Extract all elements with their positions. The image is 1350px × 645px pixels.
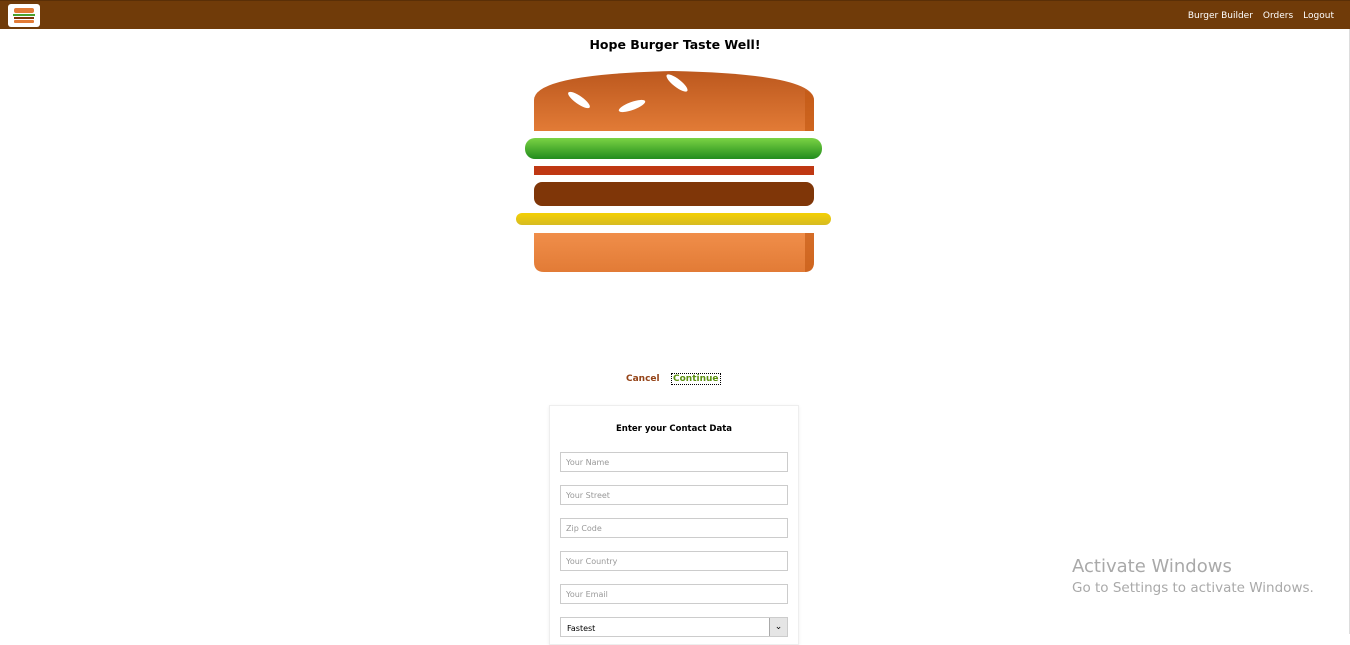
main-nav: Burger Builder Orders Logout xyxy=(1188,1,1334,30)
continue-button[interactable]: Continue xyxy=(671,373,721,385)
bacon-layer xyxy=(534,166,814,175)
email-input[interactable] xyxy=(560,584,788,604)
cancel-button[interactable]: Cancel xyxy=(626,374,660,384)
meat-layer xyxy=(534,182,814,206)
watermark-title: Activate Windows xyxy=(1072,556,1232,577)
toolbar: Burger Builder Orders Logout xyxy=(0,0,1350,29)
bread-bottom xyxy=(534,233,814,272)
contact-data-form: Enter your Contact Data Fastest ⌄ xyxy=(549,405,799,645)
cheese-layer xyxy=(516,213,831,225)
salad-layer xyxy=(525,138,822,159)
contact-heading: Enter your Contact Data xyxy=(616,424,732,434)
chevron-down-icon[interactable]: ⌄ xyxy=(769,618,787,636)
delivery-method-value: Fastest xyxy=(567,624,596,633)
windows-activation-watermark: Activate Windows Go to Settings to activ… xyxy=(1072,556,1314,596)
page-title: Hope Burger Taste Well! xyxy=(589,37,761,52)
burger-preview xyxy=(516,71,831,272)
nav-logout[interactable]: Logout xyxy=(1303,11,1334,21)
burger-logo-icon[interactable] xyxy=(8,4,40,27)
zip-code-input[interactable] xyxy=(560,518,788,538)
bread-top xyxy=(534,71,814,131)
street-input[interactable] xyxy=(560,485,788,505)
delivery-method-select[interactable]: Fastest ⌄ xyxy=(560,617,788,637)
watermark-subtitle: Go to Settings to activate Windows. xyxy=(1072,580,1314,596)
nav-orders[interactable]: Orders xyxy=(1263,11,1293,21)
country-input[interactable] xyxy=(560,551,788,571)
nav-burger-builder[interactable]: Burger Builder xyxy=(1188,11,1253,21)
name-input[interactable] xyxy=(560,452,788,472)
